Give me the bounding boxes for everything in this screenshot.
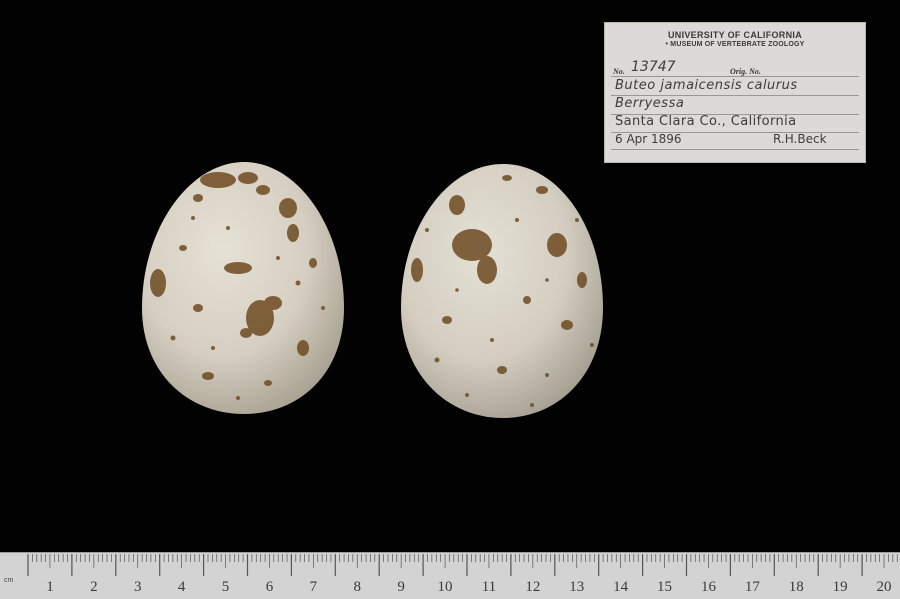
ruler-number: 10 [437,579,453,595]
label-institution: UNIVERSITY OF CALIFORNIA [667,30,803,40]
ruler-number: 7 [309,579,318,595]
ruler-number: 2 [90,579,98,595]
label-date: 6 Apr 1896 [615,132,682,146]
left-egg [142,162,344,414]
label-rule-1 [611,76,859,77]
ruler-number: 13 [569,579,585,595]
ruler-number: 14 [613,579,629,595]
ruler-number: 11 [481,579,497,595]
ruler-unit: cm [4,577,14,584]
ruler-number: 17 [744,579,760,595]
ruler-number: 8 [353,579,362,595]
ruler-number: 16 [700,579,716,595]
label-collector: R.H.Beck [773,132,827,146]
ruler-number: 12 [525,579,541,595]
photo-background: UNIVERSITY OF CALIFORNIA • MUSEUM OF VER… [0,0,900,599]
ruler-number: 9 [397,579,405,595]
label-rule-5 [611,149,859,150]
ruler-number: 5 [221,579,230,595]
ruler-number: 3 [134,579,142,595]
label-catalog-number: 13747 [631,59,676,75]
label-no-prefix: No. [613,67,625,76]
ruler-number: 1 [46,579,54,595]
ruler-number: 4 [177,579,186,595]
ruler-number: 19 [832,579,848,595]
specimen-label: UNIVERSITY OF CALIFORNIA • MUSEUM OF VER… [604,22,866,163]
label-department: • MUSEUM OF VERTEBRATE ZOOLOGY [665,41,805,48]
label-species: Buteo jamaicensis calurus [615,78,798,93]
ruler-number: 15 [657,579,673,595]
label-locality: Berryessa [615,96,685,111]
ruler-number: 20 [876,579,892,595]
right-egg [401,164,603,418]
metric-ruler: cm 1 2 3 4 5 6 7 8 9 10 11 12 13 14 15 16 17 18 19 20 [0,552,900,599]
label-county-state: Santa Clara Co., California [615,114,797,129]
ruler-number: 18 [788,579,804,595]
label-orig-prefix: Orig. No. [730,67,761,76]
ruler-number: 6 [265,579,274,595]
